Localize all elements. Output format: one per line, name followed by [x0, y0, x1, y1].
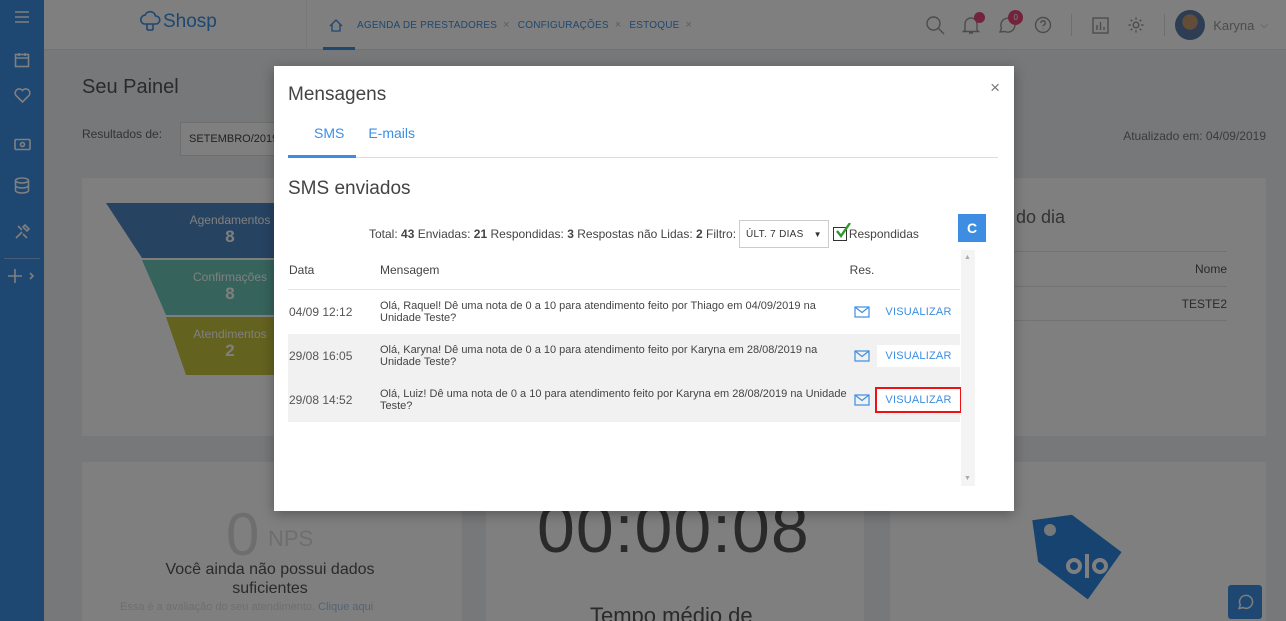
refresh-icon: C [966, 220, 978, 236]
envelope-icon[interactable] [847, 350, 877, 362]
sms-summary: Total: 43 Enviadas: 21 Respondidas: 3 Re… [369, 220, 919, 248]
envelope-icon[interactable] [847, 394, 877, 406]
modal-tabs: SMS E-mails [288, 122, 998, 158]
refresh-button[interactable]: C [958, 214, 986, 242]
col-header-res: Res. [849, 262, 875, 277]
summary-sent-label: Enviadas: [417, 227, 471, 241]
col-header-message: Mensagem [380, 262, 440, 277]
caret-down-icon: ▼ [813, 229, 822, 239]
summary-sent: 21 [473, 227, 488, 241]
close-icon[interactable]: × [990, 78, 1000, 98]
summary-unread-label: Respostas não Lidas: [577, 227, 693, 241]
row-message: Olá, Karyna! Dê uma nota de 0 a 10 para … [380, 344, 818, 368]
scrollbar[interactable]: ▲ ▼ [961, 250, 975, 486]
table-row: 04/09 12:12 Olá, Raquel! Dê uma nota de … [288, 290, 960, 334]
tab-emails[interactable]: E-mails [356, 122, 427, 158]
summary-total-label: Total: [369, 227, 398, 241]
view-button[interactable]: VISUALIZAR [875, 387, 962, 413]
summary-answered-label: Respondidas: [490, 227, 564, 241]
row-date: 29/08 14:52 [289, 393, 353, 407]
table-row: 29/08 16:05 Olá, Karyna! Dê uma nota de … [288, 334, 960, 378]
messages-modal: Mensagens × SMS E-mails SMS enviados Tot… [274, 66, 1014, 511]
table-row: 29/08 14:52 Olá, Luiz! Dê uma nota de 0 … [288, 378, 962, 422]
row-message: Olá, Raquel! Dê uma nota de 0 a 10 para … [380, 300, 816, 324]
summary-total: 43 [401, 227, 415, 241]
summary-filter-label: Filtro: [706, 227, 737, 241]
checkbox-checked-icon [832, 223, 851, 241]
tab-sms[interactable]: SMS [288, 122, 357, 158]
row-message: Olá, Luiz! Dê uma nota de 0 a 10 para at… [380, 388, 847, 412]
row-date: 29/08 16:05 [289, 349, 353, 363]
scroll-up-arrow[interactable]: ▲ [964, 254, 971, 261]
scroll-down-arrow[interactable]: ▼ [964, 475, 971, 482]
answered-checkbox[interactable]: Respondidas [832, 223, 919, 241]
sms-table: Data Mensagem Res. 04/09 12:12 Olá, Raqu… [288, 250, 962, 422]
modal-title: Mensagens [288, 84, 387, 105]
filter-value: ÚLT. 7 DIAS [746, 228, 804, 240]
view-button[interactable]: VISUALIZAR [877, 345, 960, 367]
section-title: SMS enviados [288, 178, 411, 199]
envelope-icon[interactable] [847, 306, 877, 318]
col-header-date: Data [289, 262, 315, 277]
summary-unread: 2 [696, 227, 703, 241]
view-button[interactable]: VISUALIZAR [877, 301, 960, 323]
summary-answered: 3 [567, 227, 574, 241]
period-filter-select[interactable]: ÚLT. 7 DIAS ▼ [739, 220, 829, 248]
row-date: 04/09 12:12 [289, 305, 353, 319]
checkbox-label: Respondidas [848, 227, 919, 241]
table-header: Data Mensagem Res. [288, 250, 960, 290]
